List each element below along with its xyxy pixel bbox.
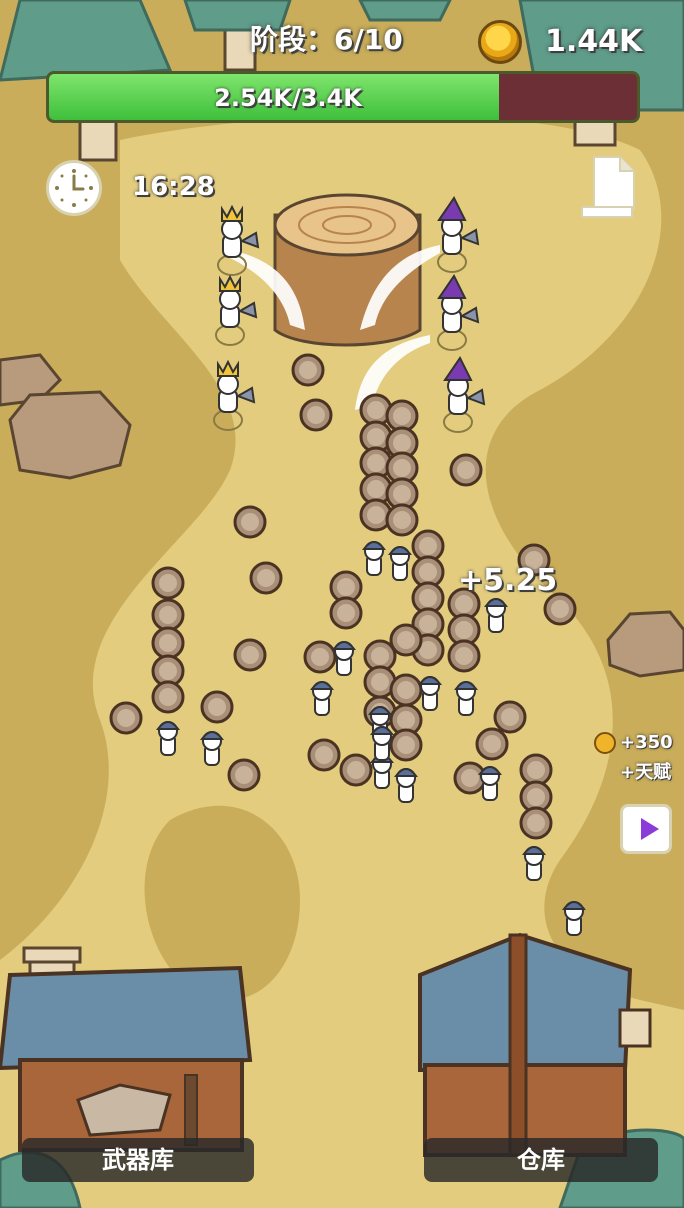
clock-icon[interactable] bbox=[46, 160, 102, 216]
log bbox=[447, 639, 481, 673]
log bbox=[151, 626, 185, 660]
document-icon[interactable] bbox=[580, 155, 636, 219]
reward-amount: +350 bbox=[620, 732, 673, 753]
worker bbox=[484, 598, 508, 633]
worker bbox=[394, 768, 418, 803]
log bbox=[329, 596, 363, 630]
log bbox=[233, 638, 267, 672]
log bbox=[339, 753, 373, 787]
armory-building[interactable] bbox=[0, 946, 253, 1152]
coin-count: 1.44K bbox=[545, 24, 643, 59]
log bbox=[151, 598, 185, 632]
log bbox=[200, 690, 234, 724]
worker bbox=[418, 676, 442, 711]
log bbox=[389, 673, 423, 707]
armory-button[interactable]: 武器库 bbox=[22, 1138, 254, 1182]
log bbox=[307, 738, 341, 772]
floating-gain-text: +5.25 bbox=[458, 563, 558, 598]
worker bbox=[562, 901, 586, 936]
worker bbox=[454, 681, 478, 716]
reward-talent: +天赋 bbox=[620, 762, 672, 783]
log bbox=[291, 353, 325, 387]
worker bbox=[478, 766, 502, 801]
log bbox=[385, 503, 419, 537]
log bbox=[475, 727, 509, 761]
log bbox=[303, 640, 337, 674]
coin-icon bbox=[594, 732, 616, 754]
worker bbox=[388, 546, 412, 581]
log bbox=[449, 453, 483, 487]
log bbox=[227, 758, 261, 792]
log bbox=[543, 592, 577, 626]
document-glyph bbox=[581, 156, 635, 218]
worker bbox=[362, 541, 386, 576]
countdown-timer: 16:28 bbox=[132, 172, 215, 202]
log bbox=[233, 505, 267, 539]
log bbox=[389, 623, 423, 657]
worker bbox=[522, 846, 546, 881]
coin-icon bbox=[478, 20, 522, 64]
log bbox=[109, 701, 143, 735]
worker bbox=[332, 641, 356, 676]
log bbox=[249, 561, 283, 595]
log bbox=[151, 680, 185, 714]
log bbox=[493, 700, 527, 734]
stage-progress-bar: 2.54K/3.4K bbox=[46, 71, 640, 123]
progress-text: 2.54K/3.4K bbox=[214, 84, 362, 112]
stage-label: 阶段：6/10 bbox=[250, 23, 403, 56]
worker bbox=[156, 721, 180, 756]
log bbox=[299, 398, 333, 432]
log bbox=[519, 806, 553, 840]
worker bbox=[200, 731, 224, 766]
warehouse-button[interactable]: 仓库 bbox=[424, 1138, 658, 1182]
play-video-icon[interactable] bbox=[620, 804, 672, 854]
log bbox=[151, 566, 185, 600]
warehouse-building[interactable] bbox=[418, 932, 652, 1157]
worker bbox=[370, 726, 394, 761]
clock-face bbox=[54, 168, 94, 208]
log bbox=[389, 728, 423, 762]
worker bbox=[310, 681, 334, 716]
